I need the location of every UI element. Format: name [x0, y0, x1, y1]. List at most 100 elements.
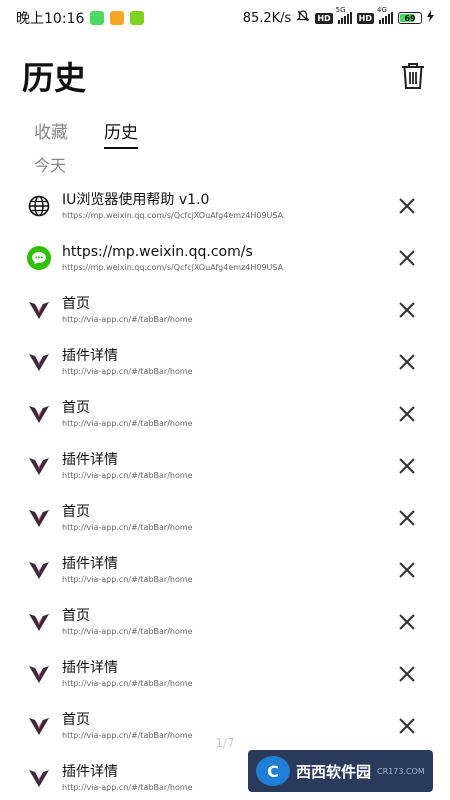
history-item-title: 首页: [62, 399, 90, 416]
history-item[interactable]: 首页 http://via-app.cn/#/tabBar/home: [0, 388, 450, 440]
history-item-title: 首页: [62, 607, 90, 624]
delete-history-item-button[interactable]: [396, 715, 418, 737]
history-item-title: 插件详情: [62, 555, 118, 572]
history-item-text: 插件详情 http://via-app.cn/#/tabBar/home: [62, 452, 396, 481]
history-item[interactable]: https://mp.weixin.qq.com/s https://mp.wei…: [0, 232, 450, 284]
history-item-url: http://via-app.cn/#/tabBar/home: [62, 366, 193, 376]
history-item-text: 首页 http://via-app.cn/#/tabBar/home: [62, 608, 396, 637]
history-item[interactable]: 插件详情 http://via-app.cn/#/tabBar/home: [0, 440, 450, 492]
history-list: IU浏览器使用帮助 v1.0 https://mp.weixin.qq.com/s…: [0, 180, 450, 800]
section-label-today: 今天: [34, 156, 67, 175]
tab-history[interactable]: 历史: [104, 118, 138, 149]
signal-4g-icon: 4G: [377, 6, 393, 24]
via-icon: [27, 402, 51, 426]
via-icon: [27, 766, 51, 790]
history-item-title: 首页: [62, 711, 90, 728]
close-icon: [399, 562, 415, 578]
delete-history-item-button[interactable]: [396, 195, 418, 217]
close-icon: [399, 302, 415, 318]
watermark-logo: C: [256, 756, 290, 786]
history-item-title: 插件详情: [62, 451, 118, 468]
via-icon: [27, 350, 51, 374]
history-item[interactable]: IU浏览器使用帮助 v1.0 https://mp.weixin.qq.com/s…: [0, 180, 450, 232]
close-icon: [399, 510, 415, 526]
history-item-text: 插件详情 http://via-app.cn/#/tabBar/home: [62, 556, 396, 585]
via-icon: [27, 662, 51, 686]
close-icon: [399, 458, 415, 474]
history-item-text: https://mp.weixin.qq.com/s https://mp.wei…: [62, 244, 396, 273]
history-item-text: 首页 http://via-app.cn/#/tabBar/home: [62, 504, 396, 533]
via-icon: [27, 454, 51, 478]
history-item-text: 插件详情 http://via-app.cn/#/tabBar/home: [62, 660, 396, 689]
hd-badge-2: HD: [356, 12, 374, 24]
history-item[interactable]: 首页 http://via-app.cn/#/tabBar/home: [0, 284, 450, 336]
history-item-url: http://via-app.cn/#/tabBar/home: [62, 522, 193, 532]
history-item-title: 插件详情: [62, 347, 118, 364]
battery-level: 69: [404, 13, 416, 23]
history-item-url: http://via-app.cn/#/tabBar/home: [62, 418, 193, 428]
close-icon: [399, 250, 415, 266]
watermark-site: CR173.COM: [377, 766, 425, 776]
watermark: C 西西软件园 CR173.COM: [248, 750, 433, 792]
history-item-title: IU浏览器使用帮助 v1.0: [62, 191, 210, 208]
close-icon: [399, 666, 415, 682]
history-item-text: 插件详情 http://via-app.cn/#/tabBar/home: [62, 348, 396, 377]
history-item-title: 插件详情: [62, 659, 118, 676]
history-item[interactable]: 首页 http://via-app.cn/#/tabBar/home: [0, 596, 450, 648]
globe-icon: [27, 194, 51, 218]
history-item-url: http://via-app.cn/#/tabBar/home: [62, 470, 193, 480]
history-item-url: https://mp.weixin.qq.com/s/QcfcjXOuAfg4e…: [62, 210, 284, 220]
delete-history-item-button[interactable]: [396, 247, 418, 269]
close-icon: [399, 198, 415, 214]
delete-history-item-button[interactable]: [396, 611, 418, 633]
history-item-url: https://mp.weixin.qq.com/s/QcfcjXOuAfg4e…: [62, 262, 284, 272]
via-icon: [27, 714, 51, 738]
delete-history-item-button[interactable]: [396, 351, 418, 373]
delete-history-item-button[interactable]: [396, 507, 418, 529]
history-item-url: http://via-app.cn/#/tabBar/home: [62, 574, 193, 584]
delete-history-item-button[interactable]: [396, 403, 418, 425]
signal-5g-label: 5G: [335, 6, 346, 14]
via-icon: [27, 558, 51, 582]
history-item-title: https://mp.weixin.qq.com/s: [62, 243, 253, 260]
charging-icon: [427, 10, 434, 26]
net-speed: 85.2K/s: [242, 10, 292, 26]
via-icon: [27, 506, 51, 530]
delete-history-item-button[interactable]: [396, 663, 418, 685]
signal-5g-icon: 5G: [336, 6, 352, 24]
status-time: 晚上10:16: [16, 11, 85, 27]
trash-icon: [402, 63, 424, 89]
delete-history-item-button[interactable]: [396, 559, 418, 581]
history-item[interactable]: 首页 http://via-app.cn/#/tabBar/home: [0, 492, 450, 544]
history-item-title: 首页: [62, 295, 90, 312]
history-item-url: http://via-app.cn/#/tabBar/home: [62, 678, 193, 688]
history-item-url: http://via-app.cn/#/tabBar/home: [62, 314, 193, 324]
close-icon: [399, 406, 415, 422]
delete-history-item-button[interactable]: [396, 455, 418, 477]
history-item[interactable]: 插件详情 http://via-app.cn/#/tabBar/home: [0, 336, 450, 388]
status-bar: 晚上10:16 85.2K/s HD 5G HD 4G 69: [0, 0, 450, 36]
history-item[interactable]: 插件详情 http://via-app.cn/#/tabBar/home: [0, 544, 450, 596]
history-item[interactable]: 插件详情 http://via-app.cn/#/tabBar/home: [0, 648, 450, 700]
mute-icon: [296, 9, 310, 27]
signal-4g-label: 4G: [377, 6, 387, 14]
history-item-title: 首页: [62, 503, 90, 520]
tab-favorites[interactable]: 收藏: [34, 118, 68, 149]
close-icon: [399, 354, 415, 370]
page-title: 历史: [22, 59, 87, 97]
notification-icon-2: [110, 11, 125, 25]
tab-bar: 收藏 历史: [34, 118, 138, 149]
notification-icon-1: [90, 11, 105, 25]
header: 历史: [22, 54, 428, 98]
notification-icon-3: [130, 11, 145, 25]
hd-badge-1: HD: [315, 12, 333, 24]
via-icon: [27, 298, 51, 322]
via-icon: [27, 610, 51, 634]
clear-history-button[interactable]: [398, 59, 428, 93]
history-item-text: 首页 http://via-app.cn/#/tabBar/home: [62, 400, 396, 429]
page-indicator: 1/7: [215, 736, 235, 750]
close-icon: [399, 718, 415, 734]
delete-history-item-button[interactable]: [396, 299, 418, 321]
history-item-text: 首页 http://via-app.cn/#/tabBar/home: [62, 296, 396, 325]
history-item-url: http://via-app.cn/#/tabBar/home: [62, 626, 193, 636]
